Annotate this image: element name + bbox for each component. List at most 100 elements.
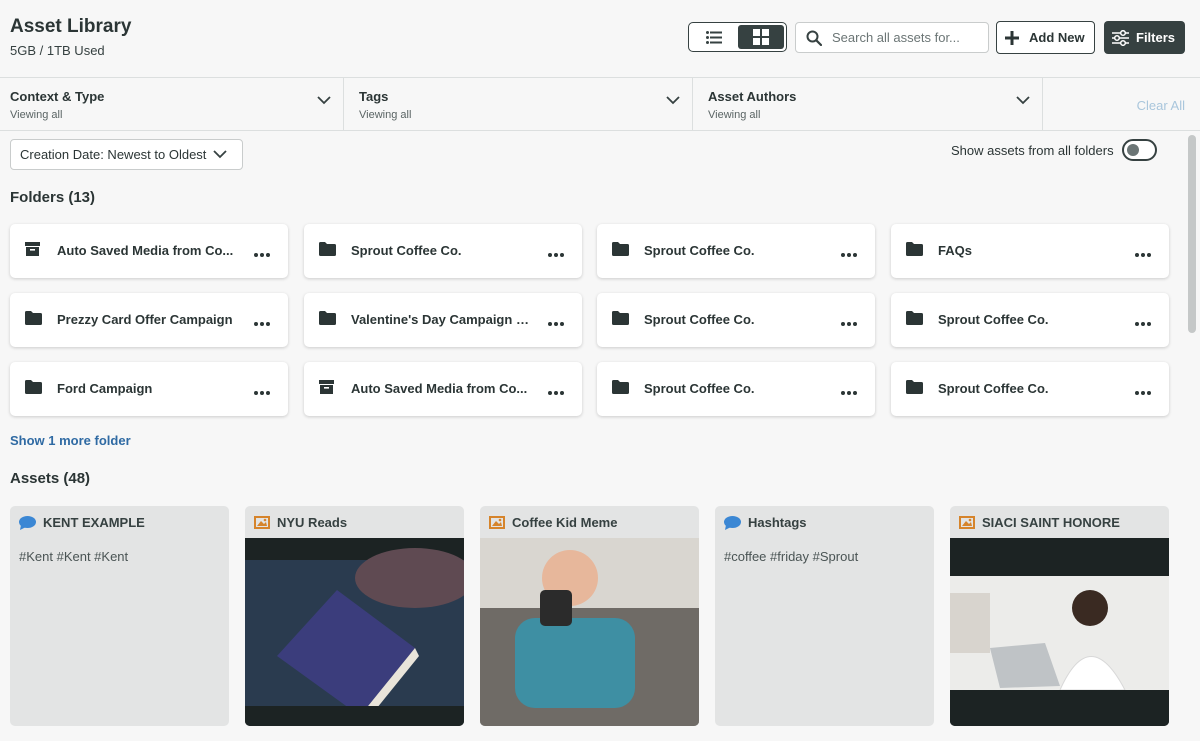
- folder-name: Valentine's Day Campaign (...: [351, 312, 531, 327]
- folder-card[interactable]: Ford Campaign: [10, 362, 288, 416]
- folder-card[interactable]: Valentine's Day Campaign (...: [304, 293, 582, 347]
- grid-icon: [752, 29, 769, 45]
- folder-name: Sprout Coffee Co.: [644, 243, 755, 258]
- folder-card[interactable]: Prezzy Card Offer Campaign: [10, 293, 288, 347]
- folder-name: Sprout Coffee Co.: [644, 312, 755, 327]
- toggle-knob: [1126, 144, 1139, 156]
- show-all-folders-setting: Show assets from all folders: [951, 139, 1157, 161]
- assets-heading: Assets (48): [10, 470, 91, 487]
- folder-card[interactable]: Sprout Coffee Co.: [891, 362, 1169, 416]
- more-options-icon[interactable]: [548, 244, 564, 262]
- asset-card[interactable]: SIACI SAINT HONORE: [950, 506, 1169, 726]
- folder-card[interactable]: Sprout Coffee Co.: [597, 362, 875, 416]
- more-options-icon[interactable]: [548, 313, 564, 331]
- asset-text: #coffee #friday #Sprout: [724, 549, 859, 564]
- more-options-icon[interactable]: [1135, 382, 1151, 400]
- filter-sub: Viewing all: [359, 109, 412, 121]
- filter-sub: Viewing all: [708, 109, 761, 121]
- sort-value: Creation Date: Newest to Oldest: [20, 147, 207, 162]
- list-view-button[interactable]: [691, 25, 738, 49]
- folder-card[interactable]: Sprout Coffee Co.: [891, 293, 1169, 347]
- asset-card[interactable]: Coffee Kid Meme: [480, 506, 699, 726]
- sliders-icon: [1112, 29, 1129, 46]
- folder-card[interactable]: Auto Saved Media from Co...: [304, 362, 582, 416]
- filter-label: Tags: [359, 89, 389, 104]
- clear-all-link[interactable]: Clear All: [1137, 98, 1185, 113]
- more-options-icon[interactable]: [841, 244, 857, 262]
- asset-name: Hashtags: [748, 515, 807, 530]
- more-options-icon[interactable]: [1135, 313, 1151, 331]
- asset-header: KENT EXAMPLE: [19, 515, 145, 530]
- folder-name: Sprout Coffee Co.: [644, 381, 755, 396]
- folder-icon: [612, 311, 629, 330]
- folder-icon: [25, 380, 42, 399]
- filter-bar: Context & Type Viewing all Tags Viewing …: [0, 77, 1200, 131]
- toggle-label: Show assets from all folders: [951, 142, 1114, 158]
- add-new-label: Add New: [1029, 30, 1085, 45]
- filter-label: Context & Type: [10, 89, 105, 104]
- folder-icon: [319, 242, 336, 261]
- folder-card[interactable]: Auto Saved Media from Co...: [10, 224, 288, 278]
- more-options-icon[interactable]: [841, 313, 857, 331]
- archive-icon: [319, 380, 334, 399]
- asset-name: Coffee Kid Meme: [512, 515, 618, 530]
- show-all-folders-toggle[interactable]: [1121, 139, 1157, 161]
- folder-icon: [906, 311, 923, 330]
- image-icon: [959, 516, 975, 529]
- folder-icon: [612, 242, 629, 261]
- folder-icon: [319, 311, 336, 330]
- asset-authors-filter[interactable]: Asset Authors Viewing all: [693, 78, 1043, 131]
- tags-filter[interactable]: Tags Viewing all: [344, 78, 693, 131]
- asset-card[interactable]: KENT EXAMPLE #Kent #Kent #Kent: [10, 506, 229, 726]
- page-title: Asset Library: [10, 16, 132, 37]
- more-options-icon[interactable]: [254, 244, 270, 262]
- list-icon: [706, 30, 723, 44]
- archive-icon: [25, 242, 40, 261]
- filters-button[interactable]: Filters: [1104, 21, 1185, 54]
- more-options-icon[interactable]: [548, 382, 564, 400]
- search-icon: [806, 30, 822, 46]
- more-options-icon[interactable]: [1135, 244, 1151, 262]
- asset-header: Coffee Kid Meme: [489, 515, 617, 530]
- filter-label: Asset Authors: [708, 89, 797, 104]
- header: Asset Library 5GB / 1TB Used Add New: [0, 0, 1200, 77]
- more-options-icon[interactable]: [254, 382, 270, 400]
- chevron-down-icon: [666, 96, 680, 105]
- filters-label: Filters: [1136, 30, 1176, 45]
- asset-text: #Kent #Kent #Kent: [19, 549, 129, 564]
- folder-icon: [612, 380, 629, 399]
- folder-card[interactable]: Sprout Coffee Co.: [597, 224, 875, 278]
- asset-thumbnail: [480, 538, 699, 726]
- search-input[interactable]: [832, 30, 972, 45]
- sort-dropdown[interactable]: Creation Date: Newest to Oldest: [10, 139, 243, 170]
- folder-name: Sprout Coffee Co.: [938, 312, 1049, 327]
- add-new-button[interactable]: Add New: [996, 21, 1095, 54]
- chevron-down-icon: [1016, 96, 1030, 105]
- more-options-icon[interactable]: [841, 382, 857, 400]
- context-type-filter[interactable]: Context & Type Viewing all: [0, 78, 344, 131]
- chevron-down-icon: [213, 150, 228, 159]
- plus-icon: [1005, 30, 1019, 45]
- search-box: [795, 22, 989, 53]
- folder-icon: [906, 242, 923, 261]
- asset-card[interactable]: Hashtags #coffee #friday #Sprout: [715, 506, 934, 726]
- asset-header: NYU Reads: [254, 515, 347, 530]
- folders-heading: Folders (13): [10, 189, 96, 206]
- show-more-folders-link[interactable]: Show 1 more folder: [10, 433, 131, 448]
- asset-card[interactable]: NYU Reads: [245, 506, 464, 726]
- folder-icon: [906, 380, 923, 399]
- folder-icon: [25, 311, 42, 330]
- folder-name: Ford Campaign: [57, 381, 153, 396]
- grid-view-button[interactable]: [737, 25, 784, 49]
- folder-name: Prezzy Card Offer Campaign: [57, 312, 233, 327]
- folder-card[interactable]: Sprout Coffee Co.: [597, 293, 875, 347]
- folder-card[interactable]: Sprout Coffee Co.: [304, 224, 582, 278]
- view-toggle: [688, 22, 787, 52]
- folder-name: Sprout Coffee Co.: [351, 243, 462, 258]
- asset-name: SIACI SAINT HONORE: [982, 515, 1120, 530]
- scrollbar-thumb[interactable]: [1188, 135, 1196, 333]
- folder-name: FAQs: [938, 243, 972, 258]
- folder-card[interactable]: FAQs: [891, 224, 1169, 278]
- asset-header: SIACI SAINT HONORE: [959, 515, 1120, 530]
- more-options-icon[interactable]: [254, 313, 270, 331]
